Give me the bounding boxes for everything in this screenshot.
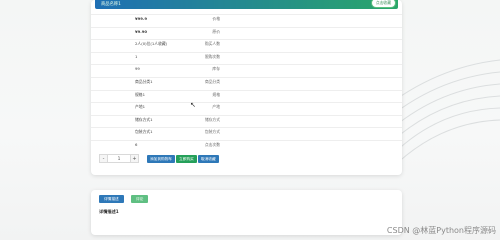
detail-row: 规格 规格1 [91,89,402,99]
detail-row: 价格 ¥99.9 [91,14,402,23]
product-title: 商品名称1 [101,2,121,7]
detail-row: 储存方式 储存方式1 [91,114,402,124]
mouse-cursor-icon: ↖ [190,101,196,109]
detail-row-value: 包装方式1 [135,129,153,135]
detail-description-card: 详情描述 评论 详情描述1 [91,190,402,235]
detail-row: 点击次数 6 [91,140,402,149]
detail-row-label: 原价 [212,28,220,34]
detail-row-value: 储存方式1 [135,116,153,122]
detail-row-label: 价格 [212,16,220,21]
detail-row-label: 产地 [212,104,220,110]
quantity-plus-button[interactable]: + [130,154,139,163]
detail-row-value: ¥9.90 [135,28,148,34]
detail-description-title: 详情描述1 [99,209,119,214]
detail-row: 产地 产地1 [91,102,402,111]
add-to-cart-button[interactable]: 添加到购物车 [147,155,176,163]
quantity-stepper[interactable]: - 1 + [99,154,139,163]
detail-row-value: 6 [135,142,138,147]
detail-row-label: 限购次数 [204,53,220,59]
detail-row: 商品分类 商品分类1 [91,77,402,86]
detail-row-value: 规格1 [135,91,146,97]
detail-row-value: 产地1 [135,104,146,110]
detail-row-label: 包装方式 [204,129,220,135]
detail-row-label: 商品分类 [204,79,220,84]
tab-comment[interactable]: 评论 [131,195,149,203]
tab-detail[interactable]: 详情描述 [99,195,124,203]
detail-row-label: 库存 [212,66,220,72]
detail-row: 库存 99 [91,64,402,73]
favorite-action-button[interactable]: 点击收藏 [370,0,396,8]
watermark-text: CSDN @林蓝Python程序源码 [386,226,496,235]
detail-row-label: 购买人数 [204,41,220,47]
detail-row-value: ¥99.9 [135,16,148,21]
detail-row-label: 储存方式 [204,116,220,122]
quantity-minus-button[interactable]: - [99,154,108,163]
buy-now-button[interactable]: 立即购买 [176,155,197,163]
detail-row: 限购次数 1 [91,51,402,61]
detail-row: 购买人数 2人(0)位(1人收藏) [91,39,402,48]
product-info-card: 商品名称1 点击收藏 价格 ¥99.9 原价 ¥9.90 购买人数 2人(0)位(1人收藏… [91,0,402,175]
detail-row-label: 点击次数 [204,142,220,147]
favorite-toggle-button[interactable]: 取消收藏 [198,155,219,163]
detail-row-value: 99 [135,66,140,72]
product-header-bar: 商品名称1 点击收藏 [95,0,398,9]
detail-row: 包装方式 包装方式1 [91,127,402,136]
detail-row-value: 商品分类1 [135,79,153,84]
detail-row-value: 2人(0)位(1人收藏) [135,41,168,47]
quantity-input[interactable]: 1 [108,154,130,163]
detail-row-label: 规格 [212,91,220,97]
detail-row-value: 1 [135,53,138,59]
detail-row: 原价 ¥9.90 [91,26,402,36]
